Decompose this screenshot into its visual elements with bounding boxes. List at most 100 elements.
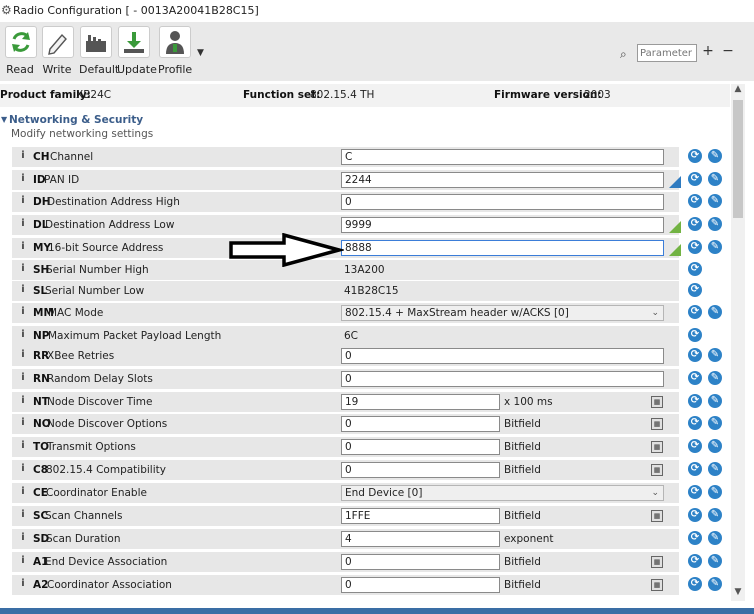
write-icon[interactable]: ✎ bbox=[708, 416, 722, 430]
refresh-icon[interactable]: ⟳ bbox=[688, 348, 702, 362]
write-icon[interactable]: ✎ bbox=[708, 508, 722, 522]
write-icon[interactable]: ✎ bbox=[708, 194, 722, 208]
info-icon[interactable]: i bbox=[17, 532, 29, 544]
info-icon[interactable]: i bbox=[17, 150, 29, 162]
refresh-icon[interactable]: ⟳ bbox=[688, 439, 702, 453]
info-icon[interactable]: i bbox=[17, 486, 29, 498]
calculator-icon[interactable]: ▦ bbox=[651, 556, 663, 568]
section-collapse-icon[interactable]: ▼ bbox=[1, 115, 7, 124]
setting-value-input[interactable]: 0 bbox=[341, 554, 500, 570]
default-button[interactable]: Default bbox=[79, 26, 119, 78]
info-icon[interactable]: i bbox=[17, 555, 29, 567]
calculator-icon[interactable]: ▦ bbox=[651, 579, 663, 591]
profile-button[interactable]: Profile bbox=[158, 26, 192, 78]
refresh-icon[interactable]: ⟳ bbox=[688, 283, 702, 297]
info-icon[interactable]: i bbox=[17, 195, 29, 207]
setting-value-input[interactable]: 9999 bbox=[341, 217, 664, 233]
calculator-icon[interactable]: ▦ bbox=[651, 464, 663, 476]
info-icon[interactable]: i bbox=[17, 395, 29, 407]
setting-value-input[interactable]: 0 bbox=[341, 371, 664, 387]
refresh-icon[interactable]: ⟳ bbox=[688, 577, 702, 591]
info-icon[interactable]: i bbox=[17, 578, 29, 590]
refresh-icon[interactable]: ⟳ bbox=[688, 262, 702, 276]
setting-value-input[interactable]: 0 bbox=[341, 348, 664, 364]
refresh-icon[interactable]: ⟳ bbox=[688, 531, 702, 545]
refresh-icon[interactable]: ⟳ bbox=[688, 394, 702, 408]
write-icon[interactable]: ✎ bbox=[708, 172, 722, 186]
select-value: 802.15.4 + MaxStream header w/ACKS [0] bbox=[345, 307, 569, 319]
setting-value-input[interactable]: 0 bbox=[341, 462, 500, 478]
collapse-all-button[interactable]: − bbox=[720, 44, 736, 60]
info-icon[interactable]: i bbox=[17, 463, 29, 475]
setting-value-input[interactable]: 1FFE bbox=[341, 508, 500, 524]
info-icon[interactable]: i bbox=[17, 218, 29, 230]
scrollbar-thumb[interactable] bbox=[733, 100, 743, 218]
info-icon[interactable]: i bbox=[17, 241, 29, 253]
changed-indicator bbox=[669, 221, 681, 233]
refresh-icon[interactable]: ⟳ bbox=[688, 508, 702, 522]
write-icon[interactable]: ✎ bbox=[708, 554, 722, 568]
write-icon[interactable]: ✎ bbox=[708, 485, 722, 499]
expand-all-button[interactable]: + bbox=[700, 44, 716, 60]
info-icon[interactable]: i bbox=[17, 440, 29, 452]
write-icon[interactable]: ✎ bbox=[708, 149, 722, 163]
setting-value-input[interactable]: 0 bbox=[341, 577, 500, 593]
write-icon[interactable]: ✎ bbox=[708, 577, 722, 591]
scroll-up-icon[interactable]: ▲ bbox=[731, 84, 745, 98]
write-icon[interactable]: ✎ bbox=[708, 217, 722, 231]
refresh-icon[interactable]: ⟳ bbox=[688, 149, 702, 163]
profile-dropdown-icon[interactable]: ▼ bbox=[197, 48, 204, 58]
setting-value-select[interactable]: 802.15.4 + MaxStream header w/ACKS [0] ⌄ bbox=[341, 305, 664, 321]
setting-value-input[interactable]: 0 bbox=[341, 416, 500, 432]
setting-value-input[interactable]: 0 bbox=[341, 439, 500, 455]
calculator-icon[interactable]: ▦ bbox=[651, 441, 663, 453]
calculator-icon[interactable]: ▦ bbox=[651, 418, 663, 430]
info-icon[interactable]: i bbox=[17, 329, 29, 341]
write-button[interactable]: Write bbox=[42, 26, 74, 78]
setting-value-input[interactable]: 4 bbox=[341, 531, 500, 547]
info-icon[interactable]: i bbox=[17, 349, 29, 361]
info-icon[interactable]: i bbox=[17, 306, 29, 318]
setting-value-input[interactable]: C bbox=[341, 149, 664, 165]
status-strip bbox=[0, 608, 754, 614]
calculator-icon[interactable]: ▦ bbox=[651, 396, 663, 408]
refresh-icon[interactable]: ⟳ bbox=[688, 194, 702, 208]
info-icon[interactable]: i bbox=[17, 372, 29, 384]
write-icon[interactable]: ✎ bbox=[708, 240, 722, 254]
scroll-down-icon[interactable]: ▼ bbox=[731, 587, 745, 601]
refresh-icon[interactable]: ⟳ bbox=[688, 305, 702, 319]
read-button[interactable]: Read bbox=[5, 26, 37, 78]
setting-value-input[interactable]: 8888 bbox=[341, 240, 664, 256]
info-icon[interactable]: i bbox=[17, 417, 29, 429]
setting-value-input[interactable]: 0 bbox=[341, 194, 664, 210]
info-icon[interactable]: i bbox=[17, 173, 29, 185]
setting-row-rr: i RR XBee Retries 0 bbox=[12, 346, 679, 366]
write-icon[interactable]: ✎ bbox=[708, 462, 722, 476]
parameter-search-input[interactable] bbox=[637, 44, 697, 62]
refresh-icon[interactable]: ⟳ bbox=[688, 328, 702, 342]
write-icon[interactable]: ✎ bbox=[708, 531, 722, 545]
section-title[interactable]: Networking & Security bbox=[9, 114, 143, 126]
refresh-icon[interactable]: ⟳ bbox=[688, 462, 702, 476]
write-icon[interactable]: ✎ bbox=[708, 348, 722, 362]
calculator-icon[interactable]: ▦ bbox=[651, 510, 663, 522]
info-icon[interactable]: i bbox=[17, 263, 29, 275]
write-icon[interactable]: ✎ bbox=[708, 439, 722, 453]
update-button[interactable]: Update bbox=[117, 26, 157, 78]
write-icon[interactable]: ✎ bbox=[708, 394, 722, 408]
refresh-icon[interactable]: ⟳ bbox=[688, 485, 702, 499]
refresh-icon[interactable]: ⟳ bbox=[688, 371, 702, 385]
setting-value-select[interactable]: End Device [0] ⌄ bbox=[341, 485, 664, 501]
setting-value-input[interactable]: 2244 bbox=[341, 172, 664, 188]
info-icon[interactable]: i bbox=[17, 284, 29, 296]
write-icon[interactable]: ✎ bbox=[708, 305, 722, 319]
setting-value-input[interactable]: 19 bbox=[341, 394, 500, 410]
refresh-icon[interactable]: ⟳ bbox=[688, 416, 702, 430]
refresh-icon[interactable]: ⟳ bbox=[688, 217, 702, 231]
setting-name: Transmit Options bbox=[47, 441, 136, 453]
write-icon[interactable]: ✎ bbox=[708, 371, 722, 385]
info-icon[interactable]: i bbox=[17, 509, 29, 521]
refresh-icon[interactable]: ⟳ bbox=[688, 554, 702, 568]
refresh-icon[interactable]: ⟳ bbox=[688, 240, 702, 254]
refresh-icon[interactable]: ⟳ bbox=[688, 172, 702, 186]
